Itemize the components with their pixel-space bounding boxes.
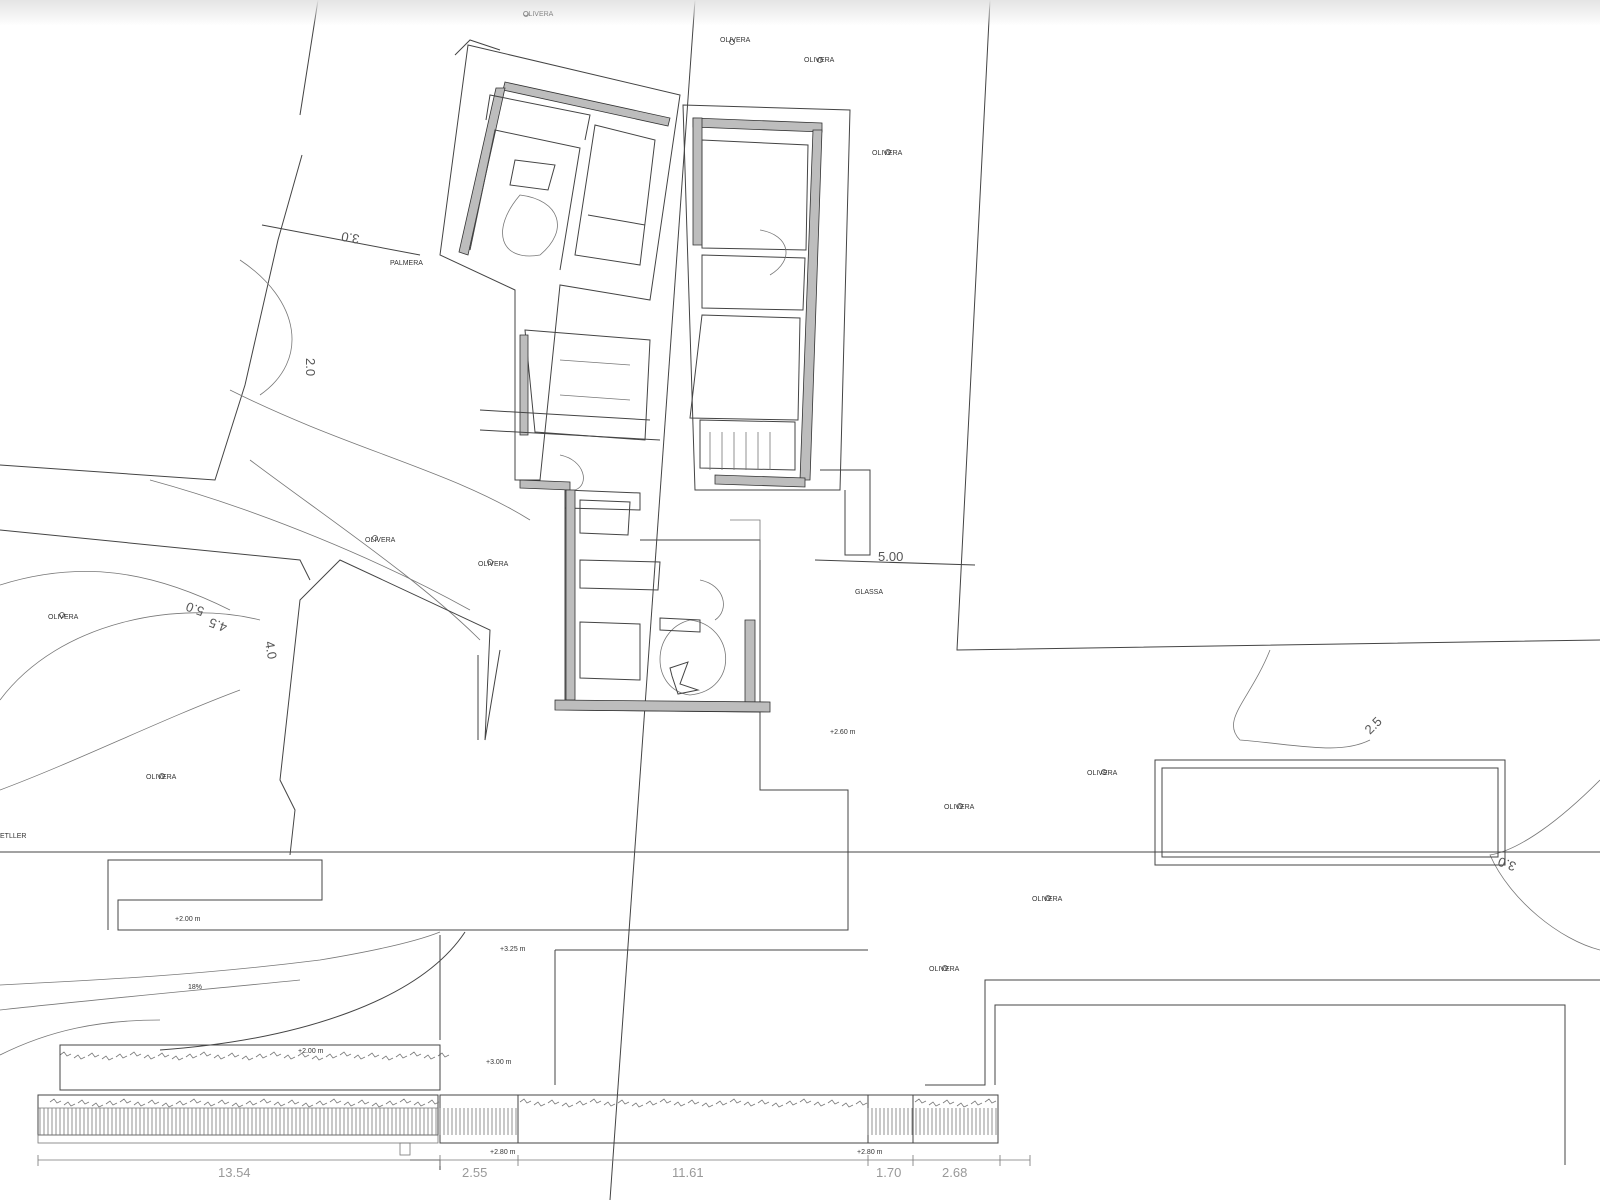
level-label: +2.60 m xyxy=(830,729,856,736)
dimension-value: 1.70 xyxy=(876,1165,901,1180)
tree-label: OLIVERA xyxy=(48,614,79,621)
tree-label: OLIVERA xyxy=(804,57,835,64)
level-label: +2.80 m xyxy=(857,1149,883,1156)
dimension-value: 13.54 xyxy=(218,1165,251,1180)
dimension-value: 2.68 xyxy=(942,1165,967,1180)
palm-label: PALMERA xyxy=(390,260,423,267)
contour-label: 4.0 xyxy=(262,640,280,660)
tree-label: OLIVERA xyxy=(365,537,396,544)
level-label: +2.00 m xyxy=(175,916,201,923)
setback-label: 5.00 xyxy=(878,549,903,564)
tree-label: OLIVERA xyxy=(478,561,509,568)
contour-label: 4.5 xyxy=(207,615,229,635)
contour-label: 5.0 xyxy=(184,599,206,619)
level-label: +2.00 m xyxy=(298,1048,324,1055)
tree-label-partial: ETLLER xyxy=(0,833,26,840)
planting-strip xyxy=(37,1044,999,1170)
contour-label: 2.5 xyxy=(1362,714,1385,737)
building-plan xyxy=(439,39,871,713)
dimension-value: 11.61 xyxy=(672,1165,704,1180)
tree-label: OLIVERA xyxy=(1087,770,1118,777)
glass-label: GLASSA xyxy=(855,589,883,596)
contour-label: 3.0 xyxy=(340,229,360,247)
tree-label: OLIVERA xyxy=(146,774,177,781)
tree-label: OLIVERA xyxy=(872,150,903,157)
tree-label: OLIVERA xyxy=(523,11,554,18)
tree-label: OLIVERA xyxy=(929,966,960,973)
site-plan-drawing: OLIVERA OLIVERA OLIVERA OLIVERA OLIVERA … xyxy=(0,0,1600,1200)
contour-label: 2.0 xyxy=(303,358,318,376)
level-label: +2.80 m xyxy=(490,1149,516,1156)
level-label: +3.00 m xyxy=(486,1059,512,1066)
slope-label: 18% xyxy=(188,984,202,991)
contour-label: 3.0 xyxy=(1496,854,1518,874)
tree-label: OLIVERA xyxy=(944,804,975,811)
level-label: +3.25 m xyxy=(500,946,526,953)
dimension-value: 2.55 xyxy=(462,1165,487,1180)
tree-label: OLIVERA xyxy=(1032,896,1063,903)
tree-label: OLIVERA xyxy=(720,37,751,44)
terrain-lines xyxy=(0,0,1600,1200)
